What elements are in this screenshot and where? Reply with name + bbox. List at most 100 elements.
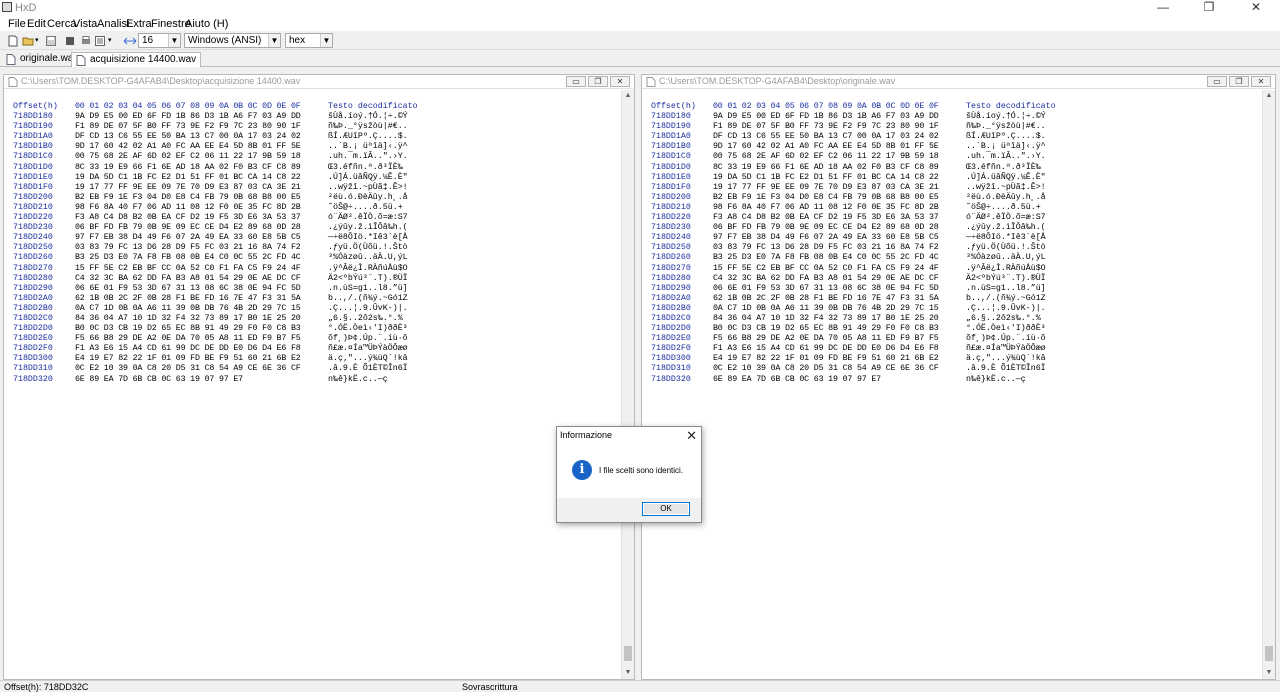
ok-button[interactable]: OK [642, 502, 690, 516]
hex-row[interactable]: 718DD260 B3 25 D3 E0 7A F8 FB 08 0B E4 C0… [13, 253, 621, 263]
hex-row-text[interactable]: °.ÓË.Òeì‹'I)ððÈ³ [966, 324, 1046, 334]
hex-row[interactable]: 718DD190 F1 89 DE 07 5F B0 FF 73 9E F2 F9… [13, 122, 621, 132]
hex-row[interactable]: 718DD260 B3 25 D3 E0 7A F8 FB 08 0B E4 C0… [651, 253, 1262, 263]
hex-row-bytes[interactable]: 0A C7 1D 0B 0A A6 11 39 0B DB 76 4B 2D 2… [75, 304, 328, 314]
hex-row-text[interactable]: .¿ýûy.ž.ìÎÔâ‰h.( [328, 223, 408, 233]
hex-row-text[interactable]: .uh.¯m.ïÂ..".›Y. [966, 152, 1046, 162]
hex-row-bytes[interactable]: 00 75 68 2E AF 6D 02 EF C2 06 11 22 17 9… [75, 152, 328, 162]
menu-aiuto[interactable]: Aiuto (H) [185, 18, 228, 30]
hex-row-text[interactable]: ˜öŠ@÷.­...ð.5ü.+ [966, 203, 1041, 213]
hex-row-bytes[interactable]: 9A D9 E5 00 ED 6F FD 1B 86 D3 1B A6 F7 0… [713, 112, 966, 122]
hex-row-bytes[interactable]: F5 66 B8 29 DE A2 0E DA 70 05 A8 11 ED F… [713, 334, 966, 344]
hex-row[interactable]: 718DD180 9A D9 E5 00 ED 6F FD 1B 86 D3 1B… [13, 112, 621, 122]
scroll-thumb[interactable] [1265, 646, 1273, 661]
hex-row-bytes[interactable]: 62 1B 0B 2C 2F 0B 28 F1 BE FD 16 7E 47 F… [713, 294, 966, 304]
hex-row-text[interactable]: .uh.¯m.ïÂ..".›Y. [328, 152, 408, 162]
hex-row-bytes[interactable]: B0 0C D3 CB 19 D2 65 EC 8B 91 49 29 F0 F… [75, 324, 328, 334]
pane-close-button[interactable]: ✕ [610, 76, 630, 87]
hex-row-text[interactable]: .ÿ^Âë¿Ì.RÀñúÅù$O [966, 264, 1046, 274]
hex-row[interactable]: 718DD300 E4 19 E7 82 22 1F 01 09 FD BE F9… [651, 354, 1262, 364]
hex-view[interactable]: Offset(h) 00 01 02 03 04 05 06 07 08 09 0… [642, 90, 1262, 679]
hex-row-text[interactable]: ³%Óàzøû..äÀ.U,ýL [328, 253, 408, 263]
hex-row-bytes[interactable]: 62 1B 0B 2C 2F 0B 28 F1 BE FD 16 7E 47 F… [75, 294, 328, 304]
hex-row[interactable]: 718DD1F0 19 17 77 FF 9E EE 09 7E 70 D9 E3… [651, 183, 1262, 193]
hex-row[interactable]: 718DD2C0 84 36 04 A7 10 1D 32 F4 32 73 89… [651, 314, 1262, 324]
maximize-button[interactable]: ❐ [1186, 0, 1232, 16]
hex-row-bytes[interactable]: B3 25 D3 E0 7A F8 FB 08 0B E4 C0 0C 55 2… [75, 253, 328, 263]
hex-row-text[interactable]: ßÍ.ÆUîPº.Ç....$. [328, 132, 408, 142]
hex-row[interactable]: 718DD2E0 F5 66 B8 29 DE A2 0E DA 70 05 A8… [13, 334, 621, 344]
hex-row[interactable]: 718DD310 0C E2 10 39 0A C8 20 D5 31 C8 54… [651, 364, 1262, 374]
tab-acquisizione[interactable]: acquisizione 14400.wav [71, 52, 202, 67]
hex-row-text[interactable]: Ä2<ºbÝú³¨.T).®ÜÏ [328, 274, 408, 284]
pane-restore-button[interactable]: ❐ [1229, 76, 1249, 87]
hex-row-text[interactable]: ..wÿžî.~pÙã‡.Ê>! [328, 183, 408, 193]
pane-restore-button[interactable]: ❐ [588, 76, 608, 87]
hex-row[interactable]: 718DD2D0 B0 0C D3 CB 19 D2 65 EC 8B 91 49… [13, 324, 621, 334]
scroll-up-icon[interactable]: ▲ [622, 90, 634, 102]
hex-row[interactable]: 718DD280 C4 32 3C BA 62 DD FA B3 A8 01 54… [651, 274, 1262, 284]
hex-row-text[interactable]: ²ëù.ó.ÐèÄûy.h¸.å [966, 193, 1046, 203]
hex-row-bytes[interactable]: F5 66 B8 29 DE A2 0E DA 70 05 A8 11 ED F… [75, 334, 328, 344]
hex-row-bytes[interactable]: F1 A3 E6 15 A4 CD 61 99 DC DE DD E0 D6 D… [75, 344, 328, 354]
vertical-scrollbar[interactable]: ▲ ▼ [621, 90, 634, 679]
hex-row-text[interactable]: ²ëù.ó.ÐèÄûy.h¸.å [328, 193, 408, 203]
scroll-down-icon[interactable]: ▼ [1263, 667, 1275, 679]
hex-row-bytes[interactable]: 19 17 77 FF 9E EE 09 7E 70 D9 E3 87 03 C… [75, 183, 328, 193]
hex-row-text[interactable]: ..wÿžî.~pÙã‡.Ê>! [966, 183, 1046, 193]
charset-select[interactable]: Windows (ANSI) ▼ [184, 33, 281, 48]
hex-row-text[interactable]: .ƒyü.Ö(Ùõü.!.Štò [966, 243, 1046, 253]
hex-row-bytes[interactable]: 06 6E 01 F9 53 3D 67 31 13 08 6C 38 0E 9… [713, 284, 966, 294]
hex-row-bytes[interactable]: B3 25 D3 E0 7A F8 FB 08 0B E4 C0 0C 55 2… [713, 253, 966, 263]
hex-row[interactable]: 718DD2C0 84 36 04 A7 10 1D 32 F4 32 73 89… [13, 314, 621, 324]
scroll-down-icon[interactable]: ▼ [622, 667, 634, 679]
hex-row[interactable]: 718DD290 06 6E 01 F9 53 3D 67 31 13 08 6C… [651, 284, 1262, 294]
hex-row-text[interactable]: .Ç...¦.9.ÛvK-)|. [328, 304, 408, 314]
hex-row-bytes[interactable]: 03 83 79 FC 13 D6 28 D9 F5 FC 03 21 16 8… [713, 243, 966, 253]
hex-row-bytes[interactable]: B2 EB F9 1E F3 04 D0 E8 C4 FB 79 0B 68 B… [75, 193, 328, 203]
hex-row[interactable]: 718DD240 97 F7 EB 38 D4 49 F6 07 2A 49 EA… [13, 233, 621, 243]
hex-row-text[interactable]: ñ£æ.¤Ía™ÜÞÝàÖÔæø [328, 344, 408, 354]
hex-row-bytes[interactable]: 9A D9 E5 00 ED 6F FD 1B 86 D3 1B A6 F7 0… [75, 112, 328, 122]
hex-row[interactable]: 718DD320 6E 89 EA 7D 6B CB 0C 63 19 07 97… [651, 375, 1262, 385]
hex-row[interactable]: 718DD1D0 8C 33 19 E9 66 F1 6E AD 18 AA 02… [13, 163, 621, 173]
hex-row-bytes[interactable]: 0A C7 1D 0B 0A A6 11 39 0B DB 76 4B 2D 2… [713, 304, 966, 314]
hex-row-bytes[interactable]: 8C 33 19 E9 66 F1 6E AD 18 AA 02 F0 B3 C… [713, 163, 966, 173]
hex-row-bytes[interactable]: 9D 17 60 42 02 A1 A0 FC AA EE E4 5D 8B 0… [75, 142, 328, 152]
hex-row[interactable]: 718DD240 97 F7 EB 38 D4 49 F6 07 2A 49 EA… [651, 233, 1262, 243]
dialog-close-icon[interactable]: ✕ [686, 428, 697, 444]
hex-row[interactable]: 718DD210 98 F6 8A 40 F7 06 AD 11 08 12 F0… [651, 203, 1262, 213]
new-file-icon[interactable] [7, 35, 19, 47]
hex-row[interactable]: 718DD2D0 B0 0C D3 CB 19 D2 65 EC 8B 91 49… [651, 324, 1262, 334]
hex-row[interactable]: 718DD190 F1 89 DE 07 5F B0 FF 73 9E F2 F9… [651, 122, 1262, 132]
hex-view[interactable]: Offset(h) 00 01 02 03 04 05 06 07 08 09 0… [4, 90, 621, 679]
hex-row-text[interactable]: ñ‰Þ._°ÿsžòù|#€.. [966, 122, 1046, 132]
menu-edit[interactable]: Edit [27, 18, 46, 30]
hex-row[interactable]: 718DD1D0 8C 33 19 E9 66 F1 6E AD 18 AA 02… [651, 163, 1262, 173]
hex-row[interactable]: 718DD1E0 19 DA 5D C1 1B FC E2 D1 51 FF 01… [651, 173, 1262, 183]
close-window-button[interactable]: ✕ [1233, 0, 1279, 16]
hex-row-text[interactable]: .Ú]Á.üâÑQÿ.¼Ê.È" [966, 173, 1046, 183]
hex-row-bytes[interactable]: 00 75 68 2E AF 6D 02 EF C2 06 11 22 17 9… [713, 152, 966, 162]
hex-row-text[interactable]: .ÿ^Âë¿Ì.RÀñúÅù$O [328, 264, 408, 274]
hex-row-bytes[interactable]: 98 F6 8A 40 F7 06 AD 11 08 12 F0 0E 35 F… [75, 203, 328, 213]
hex-row-text[interactable]: —÷ë8ÔIö.*Iê3`è[Å [328, 233, 408, 243]
hex-row-bytes[interactable]: B2 EB F9 1E F3 04 D0 E8 C4 FB 79 0B 68 B… [713, 193, 966, 203]
hex-row[interactable]: 718DD2F0 F1 A3 E6 15 A4 CD 61 99 DC DE DD… [651, 344, 1262, 354]
hex-row-bytes[interactable]: 84 36 04 A7 10 1D 32 F4 32 73 89 17 B0 1… [713, 314, 966, 324]
save-icon[interactable] [45, 35, 57, 47]
hex-row-bytes[interactable]: F1 89 DE 07 5F B0 FF 73 9E F2 F9 7C 23 8… [713, 122, 966, 132]
hex-row-bytes[interactable]: 84 36 04 A7 10 1D 32 F4 32 73 89 17 B0 1… [75, 314, 328, 324]
hex-row[interactable]: 718DD2F0 F1 A3 E6 15 A4 CD 61 99 DC DE DD… [13, 344, 621, 354]
hex-row-text[interactable]: „6.§..2ô2s‰.°.% [966, 314, 1046, 324]
hex-row-bytes[interactable]: 6E 89 EA 7D 6B CB 0C 63 19 07 97 E7 [713, 375, 966, 385]
hex-row[interactable]: 718DD1A0 DF CD 13 C6 55 EE 50 BA 13 C7 00… [13, 132, 621, 142]
hex-row-bytes[interactable]: E4 19 E7 82 22 1F 01 09 FD BE F9 51 60 2… [713, 354, 966, 364]
hex-row[interactable]: 718DD2B0 0A C7 1D 0B 0A A6 11 39 0B DB 76… [651, 304, 1262, 314]
minimize-button[interactable]: — [1140, 0, 1186, 16]
hex-row[interactable]: 718DD230 06 BF FD FB 79 0B 9E 09 EC CE D4… [13, 223, 621, 233]
offset-base-select[interactable]: hex ▼ [285, 33, 333, 48]
hex-row[interactable]: 718DD1C0 00 75 68 2E AF 6D 02 EF C2 06 11… [651, 152, 1262, 162]
hex-row-text[interactable]: „6.§..2ô2s‰.°.% [328, 314, 408, 324]
hex-row-bytes[interactable]: 0C E2 10 39 0A C8 20 D5 31 C8 54 A9 CE 6… [713, 364, 966, 374]
